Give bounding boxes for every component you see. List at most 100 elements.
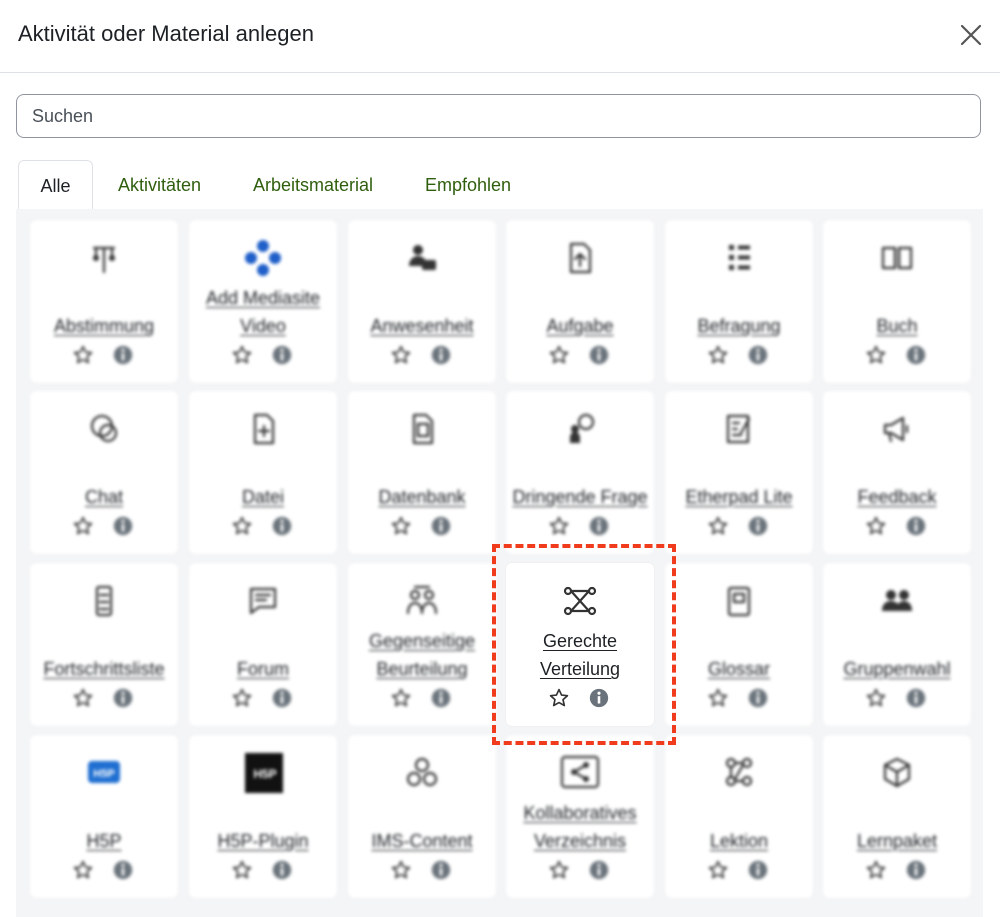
star-outline-icon[interactable] [390, 344, 412, 366]
module-name-link[interactable]: Lernpaket [827, 827, 967, 855]
star-outline-icon[interactable] [390, 859, 412, 881]
star-outline-icon[interactable] [231, 344, 253, 366]
star-outline-icon[interactable] [865, 687, 887, 709]
module-card[interactable]: Forum [189, 563, 337, 726]
module-name-link[interactable]: Anwesenheit [352, 312, 492, 340]
star-outline-icon[interactable] [548, 515, 570, 537]
star-outline-icon[interactable] [72, 515, 94, 537]
module-card[interactable]: Gruppenwahl [823, 563, 971, 726]
close-icon[interactable] [956, 20, 986, 50]
module-card[interactable]: Fortschrittsliste [30, 563, 178, 726]
info-icon[interactable] [747, 859, 769, 881]
module-card[interactable]: Buch [823, 220, 971, 383]
module-name-link[interactable]: Feedback [827, 483, 967, 511]
star-outline-icon[interactable] [72, 859, 94, 881]
star-outline-icon[interactable] [865, 344, 887, 366]
module-name-link[interactable]: Gruppenwahl [827, 655, 967, 683]
info-icon[interactable] [271, 344, 293, 366]
info-icon[interactable] [747, 515, 769, 537]
info-icon[interactable] [747, 344, 769, 366]
star-outline-icon[interactable] [865, 859, 887, 881]
info-icon[interactable] [430, 687, 452, 709]
star-outline-icon[interactable] [231, 859, 253, 881]
module-card[interactable]: H5P H5P [30, 735, 178, 898]
star-outline-icon[interactable] [231, 515, 253, 537]
info-icon[interactable] [271, 687, 293, 709]
info-icon[interactable] [905, 344, 927, 366]
tab-aktivitaeten[interactable]: Aktivitäten [102, 160, 217, 209]
info-icon[interactable] [112, 687, 134, 709]
module-card[interactable]: Chat [30, 391, 178, 554]
info-icon[interactable] [112, 344, 134, 366]
module-name-link[interactable]: Lektion [669, 827, 809, 855]
module-name-link[interactable]: Datei [193, 483, 333, 511]
star-outline-icon[interactable] [72, 687, 94, 709]
module-card[interactable]: Anwesenheit [348, 220, 496, 383]
module-card[interactable]: IMS-Content [348, 735, 496, 898]
star-outline-icon[interactable] [707, 344, 729, 366]
module-card[interactable]: Befragung [665, 220, 813, 383]
star-outline-icon[interactable] [231, 687, 253, 709]
checklist-icon [84, 581, 124, 621]
info-icon[interactable] [112, 515, 134, 537]
module-name-link[interactable]: Befragung [669, 312, 809, 340]
module-name-link[interactable]: Fortschrittsliste [34, 655, 174, 683]
star-outline-icon[interactable] [548, 344, 570, 366]
module-name-link[interactable]: Glossar [669, 655, 809, 683]
info-icon[interactable] [588, 515, 610, 537]
module-card[interactable]: Glossar [665, 563, 813, 726]
module-name-link[interactable]: IMS-Content [352, 827, 492, 855]
module-card[interactable]: Add Mediasite Video [189, 220, 337, 383]
module-card[interactable]: Lektion [665, 735, 813, 898]
module-card[interactable]: Lernpaket [823, 735, 971, 898]
info-icon[interactable] [430, 859, 452, 881]
module-card[interactable]: Kollaboratives Verzeichnis [506, 735, 654, 898]
info-icon[interactable] [271, 859, 293, 881]
module-name-link[interactable]: H5P-Plugin [193, 827, 333, 855]
tab-arbeitsmaterial[interactable]: Arbeitsmaterial [238, 160, 388, 209]
module-name-link[interactable]: Add Mediasite Video [193, 284, 333, 340]
star-outline-icon[interactable] [707, 515, 729, 537]
info-icon[interactable] [430, 344, 452, 366]
star-outline-icon[interactable] [865, 515, 887, 537]
module-card[interactable]: Abstimmung [30, 220, 178, 383]
module-name-link[interactable]: Chat [34, 483, 174, 511]
info-icon[interactable] [271, 515, 293, 537]
tab-alle[interactable]: Alle [18, 160, 93, 210]
star-outline-icon[interactable] [548, 859, 570, 881]
star-outline-icon[interactable] [707, 687, 729, 709]
star-outline-icon[interactable] [390, 515, 412, 537]
module-name-link[interactable]: Abstimmung [34, 312, 174, 340]
module-name-link[interactable]: Forum [193, 655, 333, 683]
module-card[interactable]: Etherpad Lite [665, 391, 813, 554]
module-card[interactable]: H5P H5P-Plugin [189, 735, 337, 898]
module-card[interactable]: Datenbank [348, 391, 496, 554]
module-name-link[interactable]: Gegenseitige Beurteilung [352, 627, 492, 683]
module-card[interactable]: Datei [189, 391, 337, 554]
module-card[interactable]: Feedback [823, 391, 971, 554]
tab-empfohlen[interactable]: Empfohlen [412, 160, 524, 209]
h5p-icon: H5P [84, 753, 124, 793]
module-name-link[interactable]: Datenbank [352, 483, 492, 511]
info-icon[interactable] [905, 859, 927, 881]
module-card[interactable]: Aufgabe [506, 220, 654, 383]
info-icon[interactable] [430, 515, 452, 537]
module-card[interactable]: Dringende Frage [506, 391, 654, 554]
info-icon[interactable] [588, 344, 610, 366]
info-icon[interactable] [112, 859, 134, 881]
module-name-link[interactable]: Etherpad Lite [669, 483, 809, 511]
star-outline-icon[interactable] [72, 344, 94, 366]
module-name-link[interactable]: Kollaboratives Verzeichnis [510, 799, 650, 855]
star-outline-icon[interactable] [390, 687, 412, 709]
info-icon[interactable] [747, 687, 769, 709]
star-outline-icon[interactable] [707, 859, 729, 881]
module-name-link[interactable]: Aufgabe [510, 312, 650, 340]
module-name-link[interactable]: H5P [34, 827, 174, 855]
info-icon[interactable] [588, 859, 610, 881]
search-input[interactable] [16, 94, 981, 138]
info-icon[interactable] [905, 515, 927, 537]
module-name-link[interactable]: Dringende Frage [510, 483, 650, 511]
module-card[interactable]: Gegenseitige Beurteilung [348, 563, 496, 726]
module-name-link[interactable]: Buch [827, 312, 967, 340]
info-icon[interactable] [905, 687, 927, 709]
